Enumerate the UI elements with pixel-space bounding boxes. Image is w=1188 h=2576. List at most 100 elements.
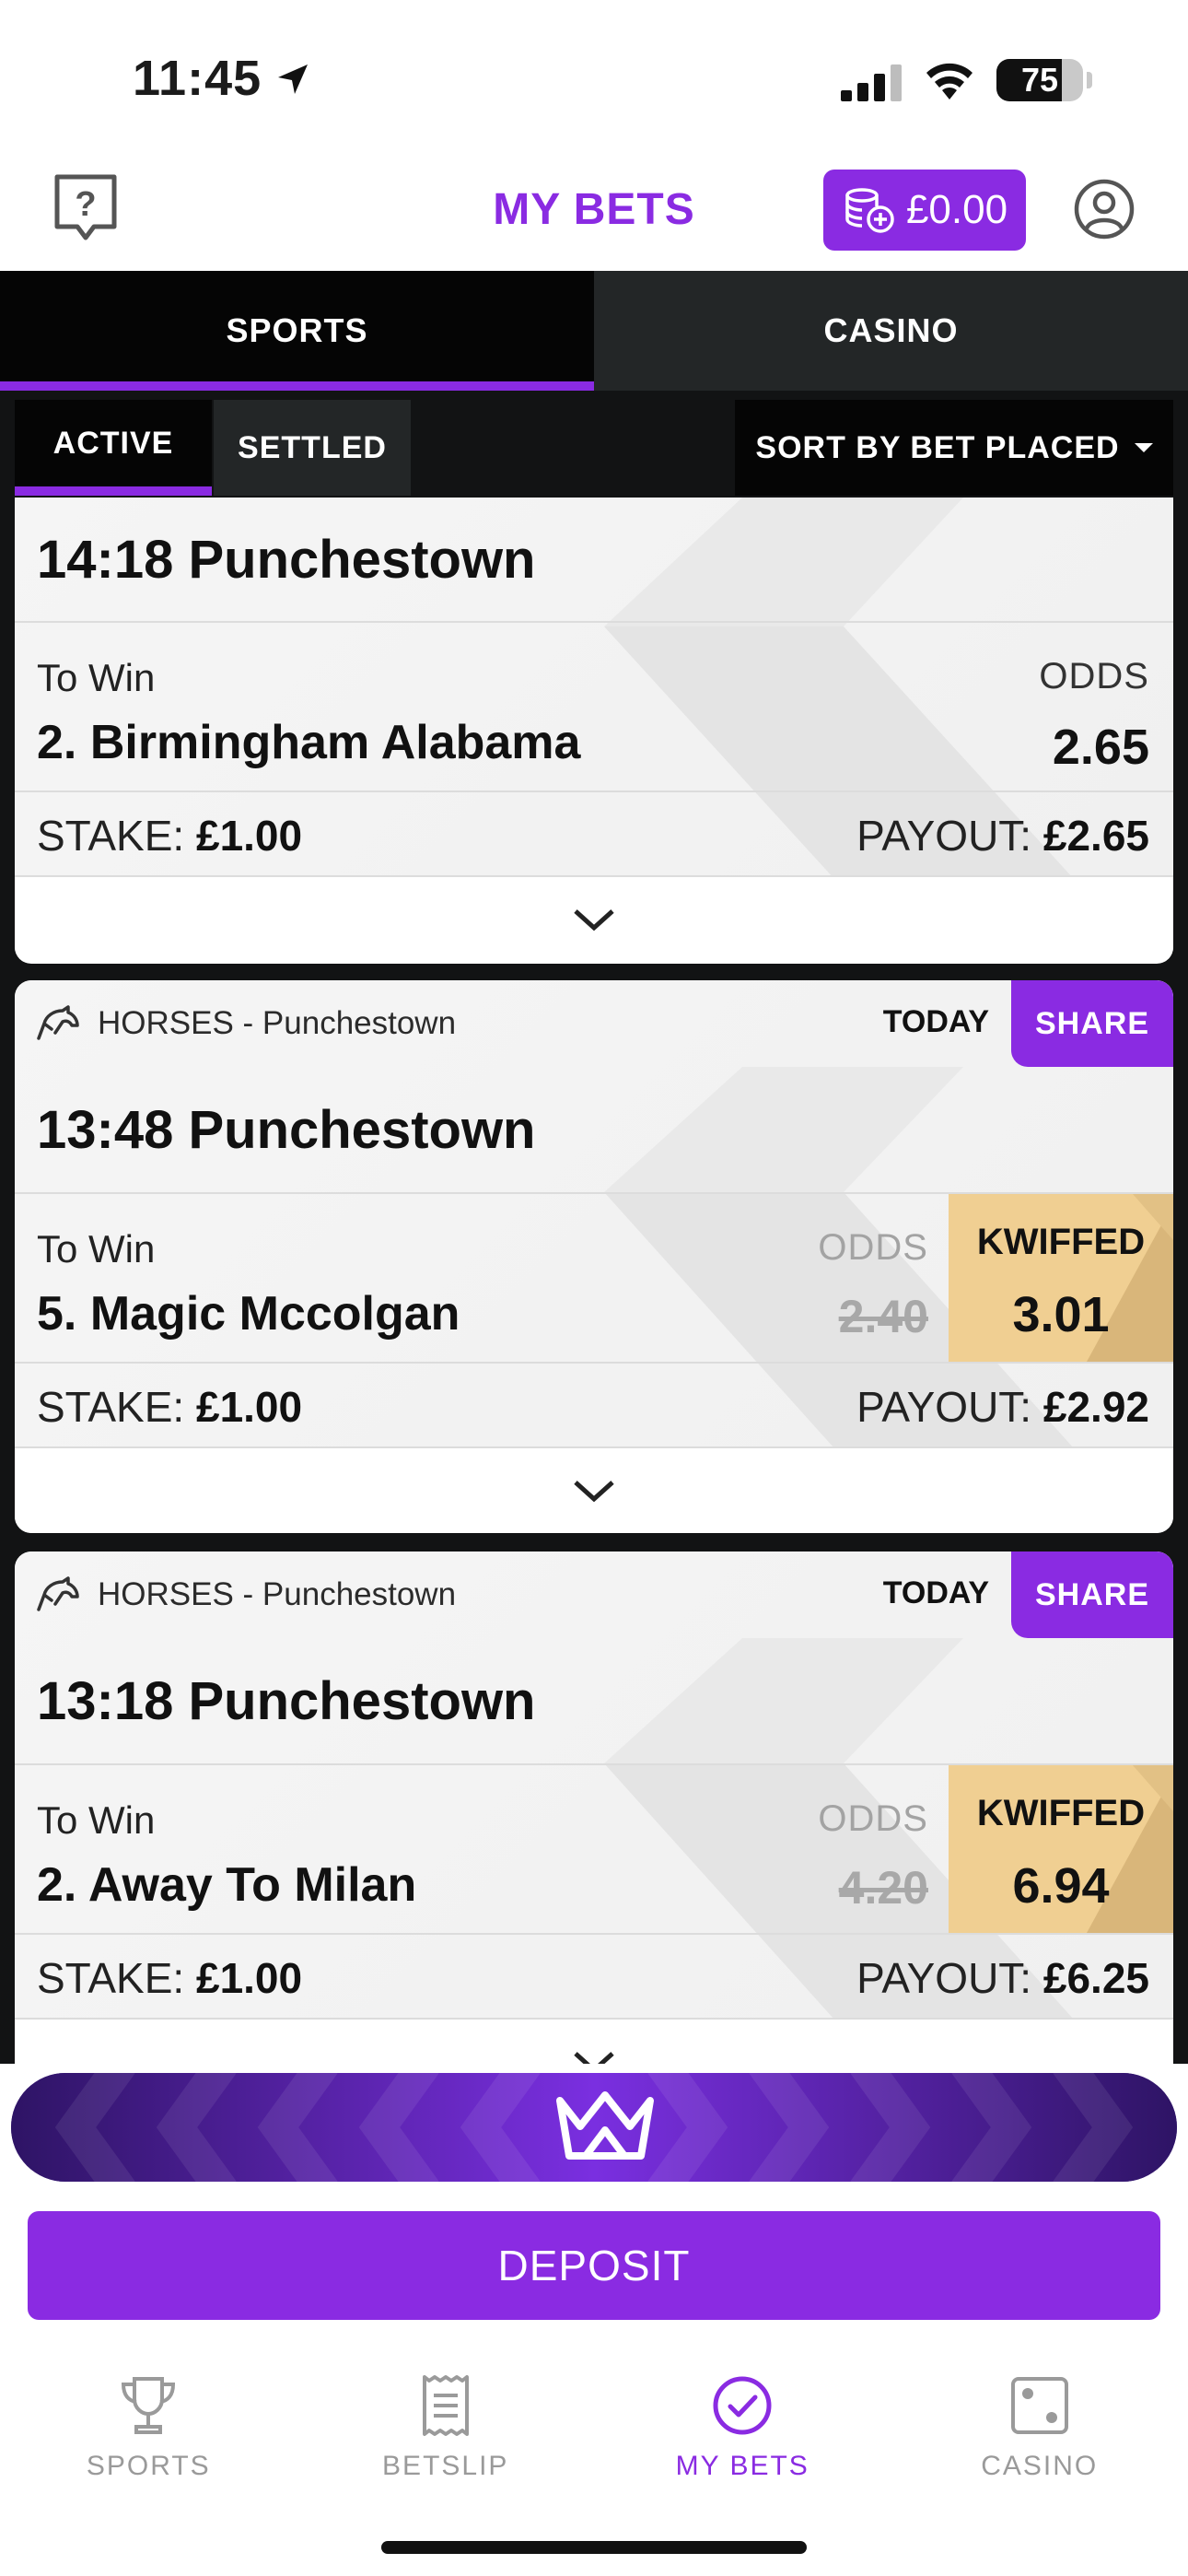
odds-label: ODDS bbox=[1039, 656, 1149, 697]
share-button[interactable]: SHARE bbox=[1011, 1551, 1173, 1638]
stake-amount: £1.00 bbox=[195, 1954, 303, 2002]
nav-betslip-label: BETSLIP bbox=[382, 2451, 509, 2481]
main-tabs: SPORTS CASINO bbox=[0, 271, 1188, 391]
crown-logo-icon bbox=[556, 2091, 654, 2160]
nav-casino-label: CASINO bbox=[981, 2451, 1099, 2481]
selection-name: 2. Away To Milan bbox=[37, 1858, 417, 1912]
nav-my-bets[interactable]: MY BETS bbox=[594, 2340, 891, 2524]
bet-date: TODAY bbox=[882, 1004, 989, 1039]
event-title: 13:18 Punchestown bbox=[15, 1638, 1173, 1765]
nav-sports-label: SPORTS bbox=[86, 2451, 211, 2481]
stake-label: STAKE: bbox=[37, 1954, 185, 2002]
kwiffed-label: KWIFFED bbox=[976, 1222, 1146, 1262]
sport-label: HORSES - Punchestown bbox=[98, 1576, 457, 1612]
payout-info: PAYOUT: £2.92 bbox=[856, 1382, 1149, 1432]
cellular-signal-icon bbox=[841, 64, 902, 101]
odds-label: ODDS bbox=[818, 1227, 928, 1268]
nav-sports[interactable]: SPORTS bbox=[0, 2340, 297, 2524]
bet-meta-row: HORSES - Punchestown TODAY SHARE bbox=[15, 980, 1173, 1067]
coins-add-icon bbox=[845, 188, 894, 233]
receipt-icon bbox=[422, 2375, 469, 2436]
original-odds: 4.20 bbox=[838, 1862, 928, 1914]
stake-row: STAKE: £1.00 PAYOUT: £2.65 bbox=[15, 792, 1173, 877]
stake-info: STAKE: £1.00 bbox=[37, 811, 302, 861]
sort-dropdown[interactable]: SORT BY BET PLACED bbox=[735, 400, 1173, 496]
payout-label: PAYOUT: bbox=[856, 1383, 1032, 1431]
bottom-nav: SPORTS BETSLIP MY BETS CASINO bbox=[0, 2340, 1188, 2524]
chevron-down-icon bbox=[574, 909, 614, 931]
sub-tabs: ACTIVE SETTLED SORT BY BET PLACED bbox=[0, 391, 1188, 498]
battery-tip bbox=[1087, 72, 1092, 88]
original-odds: 2.40 bbox=[838, 1291, 928, 1342]
kwiffed-odds-box: KWIFFED 3.01 bbox=[949, 1194, 1173, 1362]
kwiffed-odds: 6.94 bbox=[1012, 1858, 1110, 1914]
payout-label: PAYOUT: bbox=[856, 1954, 1032, 2002]
dice-icon bbox=[1010, 2377, 1068, 2434]
chevron-down-icon bbox=[574, 2052, 614, 2064]
sport-label: HORSES - Punchestown bbox=[98, 1005, 457, 1041]
kwiffed-label: KWIFFED bbox=[976, 1793, 1146, 1833]
home-indicator[interactable] bbox=[381, 2541, 807, 2554]
location-arrow-icon bbox=[278, 64, 308, 94]
nav-betslip[interactable]: BETSLIP bbox=[297, 2340, 595, 2524]
kwiffed-odds-box: KWIFFED 6.94 bbox=[949, 1765, 1173, 1933]
bet-card: HORSES - Punchestown TODAY SHARE 13:48 P… bbox=[15, 980, 1173, 1533]
odds-value: 2.65 bbox=[1052, 720, 1149, 775]
expand-bet-button[interactable] bbox=[15, 877, 1173, 962]
tab-casino[interactable]: CASINO bbox=[594, 271, 1188, 391]
bet-card: 14:18 Punchestown To Win 2. Birmingham A… bbox=[15, 498, 1173, 964]
nav-casino[interactable]: CASINO bbox=[891, 2340, 1188, 2524]
stake-info: STAKE: £1.00 bbox=[37, 1382, 302, 1432]
caret-down-icon bbox=[1134, 443, 1153, 452]
bet-card: HORSES - Punchestown TODAY SHARE 13:18 P… bbox=[15, 1551, 1173, 2064]
payout-info: PAYOUT: £2.65 bbox=[856, 811, 1149, 861]
event-title: 14:18 Punchestown bbox=[15, 498, 1173, 623]
selection-name: 2. Birmingham Alabama bbox=[37, 716, 581, 769]
kwiffed-odds: 3.01 bbox=[1012, 1287, 1110, 1342]
stake-row: STAKE: £1.00 PAYOUT: £6.25 bbox=[15, 1935, 1173, 2020]
market-label: To Win bbox=[37, 1798, 156, 1842]
payout-amount: £2.92 bbox=[1042, 1383, 1149, 1431]
selection-row: To Win 2. Birmingham Alabama ODDS 2.65 bbox=[15, 623, 1173, 792]
payout-amount: £6.25 bbox=[1042, 1954, 1149, 2002]
share-button[interactable]: SHARE bbox=[1011, 980, 1173, 1067]
nav-my-bets-label: MY BETS bbox=[675, 2451, 809, 2481]
kwiff-banner[interactable] bbox=[0, 2064, 1188, 2184]
payout-info: PAYOUT: £6.25 bbox=[856, 1953, 1149, 2003]
stake-amount: £1.00 bbox=[195, 1383, 303, 1431]
payout-amount: £2.65 bbox=[1042, 812, 1149, 860]
payout-label: PAYOUT: bbox=[856, 812, 1032, 860]
expand-bet-button[interactable] bbox=[15, 1448, 1173, 1533]
tab-active[interactable]: ACTIVE bbox=[15, 400, 212, 496]
chevron-down-icon bbox=[574, 1481, 614, 1503]
expand-bet-button[interactable] bbox=[15, 2020, 1173, 2064]
market-label: To Win bbox=[37, 1227, 156, 1270]
sort-label: SORT BY BET PLACED bbox=[755, 429, 1120, 465]
battery-text: 75 bbox=[1020, 61, 1059, 99]
odds-label: ODDS bbox=[818, 1798, 928, 1839]
account-icon[interactable] bbox=[1074, 179, 1135, 240]
stake-label: STAKE: bbox=[37, 812, 185, 860]
stake-label: STAKE: bbox=[37, 1383, 185, 1431]
wifi-icon bbox=[926, 63, 973, 100]
battery-indicator: 75 bbox=[996, 59, 1083, 101]
balance-amount: £0.00 bbox=[905, 187, 1008, 232]
trophy-icon bbox=[122, 2377, 176, 2434]
tab-sports[interactable]: SPORTS bbox=[0, 271, 594, 391]
check-circle-icon bbox=[713, 2376, 772, 2435]
app-header: ? MY BETS £0.00 bbox=[0, 157, 1188, 271]
kwiff-banner-bar bbox=[11, 2073, 1177, 2182]
deposit-button[interactable]: DEPOSIT bbox=[28, 2211, 1160, 2320]
selection-row: To Win 5. Magic Mccolgan ODDS 2.40 KWIFF… bbox=[15, 1194, 1173, 1364]
horse-racing-icon bbox=[37, 1005, 79, 1040]
stake-row: STAKE: £1.00 PAYOUT: £2.92 bbox=[15, 1364, 1173, 1448]
market-label: To Win bbox=[37, 656, 156, 699]
balance-button[interactable]: £0.00 bbox=[823, 170, 1026, 251]
bet-date: TODAY bbox=[882, 1575, 989, 1610]
stake-amount: £1.00 bbox=[195, 812, 303, 860]
stake-info: STAKE: £1.00 bbox=[37, 1953, 302, 2003]
selection-row: To Win 2. Away To Milan ODDS 4.20 KWIFFE… bbox=[15, 1765, 1173, 1935]
tab-settled[interactable]: SETTLED bbox=[214, 400, 411, 496]
bet-meta-row: HORSES - Punchestown TODAY SHARE bbox=[15, 1551, 1173, 1638]
selection-name: 5. Magic Mccolgan bbox=[37, 1287, 460, 1341]
